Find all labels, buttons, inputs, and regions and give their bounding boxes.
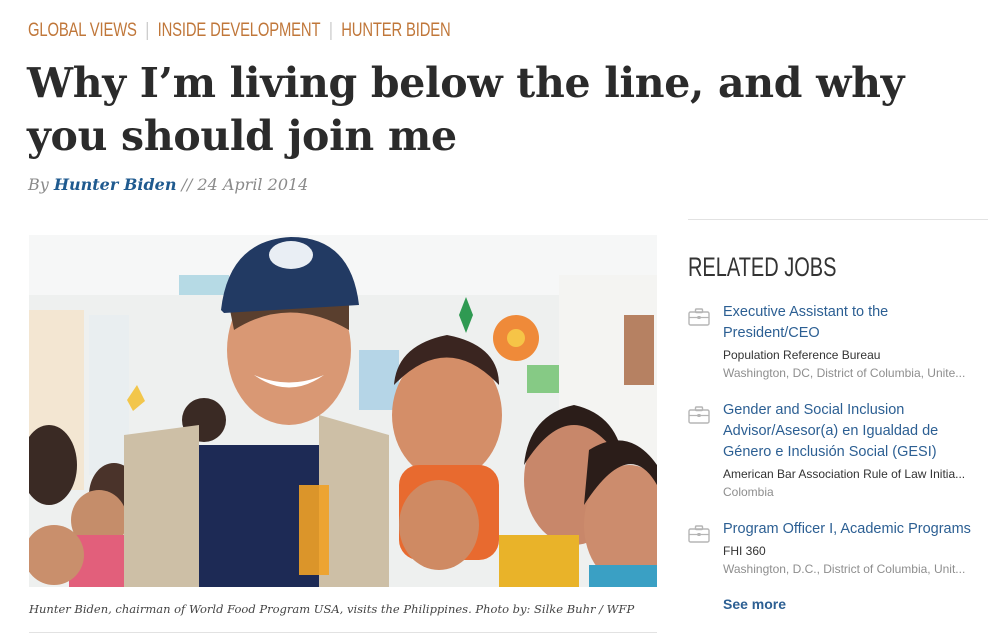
job-organization: American Bar Association Rule of Law Ini… [723,467,966,481]
breadcrumb: GLOBAL VIEWS | INSIDE DEVELOPMENT | HUNTER B… [28,20,451,42]
job-title-link[interactable]: Gender and Social Inclusion Advisor/Ases… [723,400,985,463]
publish-date: 24 April 2014 [197,175,309,194]
breadcrumb-separator: | [328,20,333,41]
article-photo [29,235,657,587]
job-organization: FHI 360 [723,544,766,558]
breadcrumb-inside-development[interactable]: INSIDE DEVELOPMENT [158,20,321,41]
breadcrumb-global-views[interactable]: GLOBAL VIEWS [28,20,137,41]
photo-caption: Hunter Biden, chairman of World Food Pro… [29,602,635,616]
see-more-link[interactable]: See more [723,596,786,612]
job-location: Washington, DC, District of Columbia, Un… [723,366,966,380]
date-separator: // [181,175,193,194]
job-location: Washington, D.C., District of Columbia, … [723,562,966,576]
breadcrumb-separator: | [145,20,150,41]
job-organization: Population Reference Bureau [723,348,881,362]
briefcase-icon [688,525,710,543]
byline-prefix: By [28,175,49,194]
divider [29,632,657,633]
breadcrumb-hunter-biden[interactable]: HUNTER BIDEN [341,20,450,41]
briefcase-icon [688,308,710,326]
sidebar-divider [688,219,988,220]
job-title-link[interactable]: Program Officer I, Academic Programs [723,519,985,540]
article-title: Why I’m living below the line, and why y… [27,59,905,160]
byline: By Hunter Biden // 24 April 2014 [28,175,308,194]
briefcase-icon [688,406,710,424]
photo-illustration [29,235,657,587]
author-link[interactable]: Hunter Biden [54,175,177,194]
job-location: Colombia [723,485,774,499]
related-jobs-heading: RELATED JOBS [688,252,837,282]
job-title-link[interactable]: Executive Assistant to the President/CEO [723,302,985,344]
